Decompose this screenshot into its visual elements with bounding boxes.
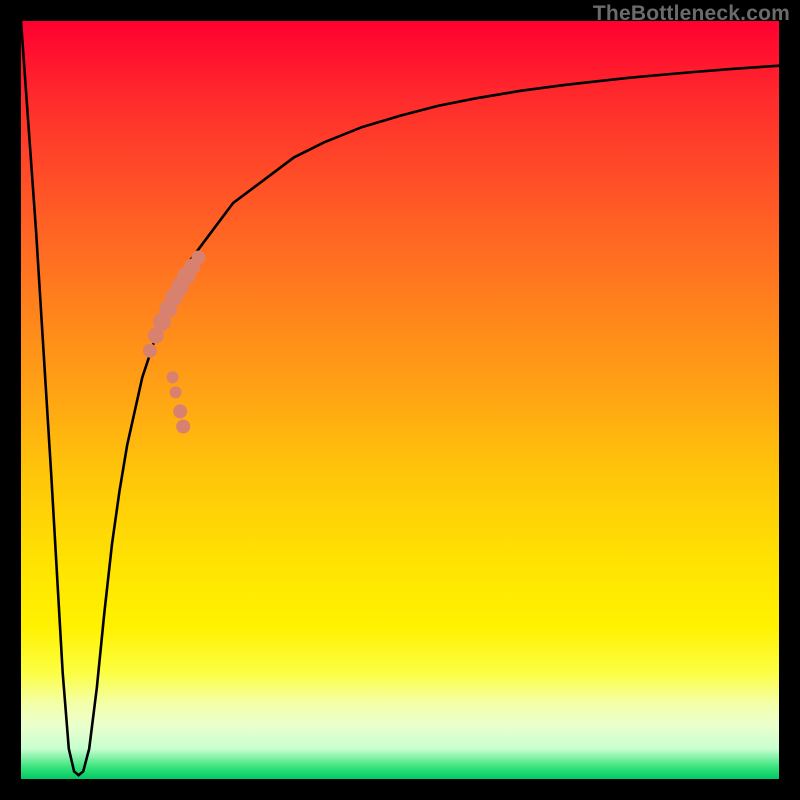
highlight-marker [143,344,157,358]
curve-layer [21,21,779,779]
highlight-marker [191,251,205,265]
watermark-text: TheBottleneck.com [593,2,790,26]
highlight-marker [173,404,187,418]
chart-frame: TheBottleneck.com [0,0,800,800]
highlight-marker [167,371,179,383]
plot-area [21,21,779,779]
bottleneck-curve-path [21,21,779,775]
highlight-marker [170,386,182,398]
highlight-marker [176,420,190,434]
highlight-cluster [143,251,206,434]
